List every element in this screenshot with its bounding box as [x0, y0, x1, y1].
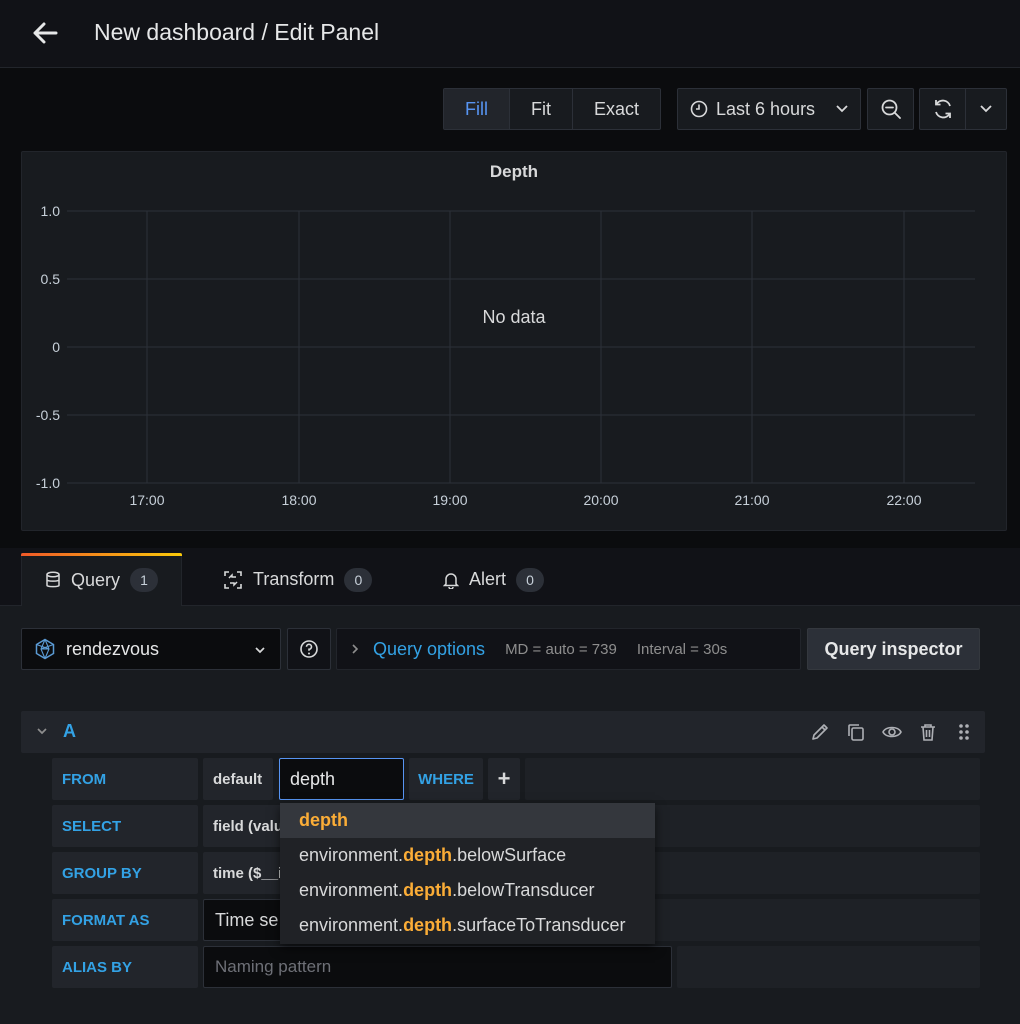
measurement-input[interactable]	[279, 758, 404, 800]
tab-alert[interactable]: Alert 0	[420, 553, 567, 606]
suggestion-prefix: environment.	[299, 845, 404, 865]
format-as-label: FORMAT AS	[52, 899, 198, 941]
suggestion-match: depth	[299, 810, 348, 830]
add-where-button[interactable]: +	[488, 758, 520, 800]
query-options-toggle[interactable]: Query options MD = auto = 739 Interval =…	[336, 628, 801, 670]
measurement-suggestions: depth environment. depth .belowSurface env…	[280, 803, 655, 944]
alias-by-label: ALIAS BY	[52, 946, 198, 988]
group-by-label: GROUP BY	[52, 852, 198, 894]
suggestion-prefix: environment.	[299, 915, 404, 935]
query-row-actions	[809, 721, 975, 743]
x-tick-label: 21:00	[734, 492, 769, 508]
suggestion-item[interactable]: depth	[280, 803, 655, 838]
suggestion-suffix: .belowSurface	[452, 845, 567, 865]
suggestion-prefix: environment.	[299, 880, 404, 900]
x-tick-label: 20:00	[583, 492, 618, 508]
datasource-picker[interactable]: rendezvous	[21, 628, 281, 670]
from-row-filler	[525, 758, 980, 800]
view-mode-group: Fill Fit Exact	[443, 88, 662, 130]
query-inspector-button[interactable]: Query inspector	[807, 628, 980, 670]
x-tick-label: 22:00	[886, 492, 921, 508]
clock-icon	[690, 100, 708, 118]
datasource-name: rendezvous	[66, 638, 160, 659]
alias-row-filler	[677, 946, 980, 988]
x-tick-label: 19:00	[432, 492, 467, 508]
view-mode-exact-button[interactable]: Exact	[573, 89, 660, 129]
select-label: SELECT	[52, 805, 198, 847]
trash-icon[interactable]	[917, 721, 939, 743]
chart-plot: 1.0 0.5 0 -0.5 -1.0 17:00 18:00 19:00 20:00 21:00…	[36, 203, 975, 508]
chevron-down-icon	[980, 105, 992, 113]
retention-policy-segment[interactable]: default	[203, 758, 273, 800]
y-tick-label: 0.5	[41, 271, 61, 287]
transform-icon	[224, 570, 242, 589]
group-by-time-segment[interactable]: time ($__i	[203, 852, 283, 894]
time-range-label: Last 6 hours	[716, 98, 816, 119]
zoom-out-icon	[881, 99, 901, 119]
suggestion-item[interactable]: environment. depth .belowSurface	[280, 838, 655, 873]
datasource-logo-icon	[35, 638, 55, 660]
no-data-label: No data	[482, 307, 546, 327]
y-tick-label: 0	[52, 339, 60, 355]
suggestion-suffix: .surfaceToTransducer	[452, 915, 626, 935]
x-tick-label: 17:00	[129, 492, 164, 508]
editor-tabs: Query 1 Transform 0 Alert 0	[0, 548, 1020, 606]
datasource-help-button[interactable]	[287, 628, 331, 670]
chevron-down-icon[interactable]	[35, 724, 49, 738]
back-arrow-icon[interactable]	[28, 16, 62, 50]
query-ref-id[interactable]: A	[63, 721, 76, 742]
tab-alert-count: 0	[516, 567, 545, 592]
suggestion-match: depth	[403, 915, 453, 935]
query-options-interval: Interval = 30s	[636, 640, 728, 658]
query-options-label: Query options	[373, 638, 486, 659]
alias-input[interactable]	[203, 946, 672, 988]
drag-handle-icon[interactable]	[953, 721, 975, 743]
pencil-icon[interactable]	[809, 721, 831, 743]
tab-alert-label: Alert	[469, 569, 507, 589]
view-mode-fit-button[interactable]: Fit	[510, 89, 573, 129]
chevron-down-icon	[836, 105, 848, 113]
y-tick-label: -1.0	[36, 475, 60, 491]
refresh-button[interactable]	[919, 88, 966, 130]
question-circle-icon	[300, 640, 318, 658]
format-as-select[interactable]: Time se	[203, 899, 283, 941]
duplicate-icon[interactable]	[845, 721, 867, 743]
y-tick-label: -0.5	[36, 407, 60, 423]
graph-panel: Depth 1.0 0.5 0 -0.5 -1.0 17:00 18:00 19:00 20:0…	[21, 151, 1007, 531]
from-label: FROM	[52, 758, 198, 800]
query-options-max-datapoints: MD = auto = 739	[505, 640, 617, 658]
chevron-right-icon	[352, 644, 359, 654]
refresh-icon	[934, 99, 951, 119]
tab-query-label: Query	[71, 569, 121, 590]
view-mode-fill-button[interactable]: Fill	[444, 89, 510, 129]
refresh-interval-dropdown[interactable]	[966, 88, 1007, 130]
where-keyword[interactable]: WHERE	[409, 758, 483, 800]
bell-icon	[443, 572, 459, 589]
page-title: New dashboard / Edit Panel	[94, 19, 380, 45]
y-tick-label: 1.0	[41, 203, 61, 219]
tab-query[interactable]: Query 1	[21, 553, 183, 606]
suggestion-item[interactable]: environment. depth .surfaceToTransducer	[280, 908, 655, 943]
select-field-segment[interactable]: field (valu	[203, 805, 283, 847]
suggestion-match: depth	[403, 845, 453, 865]
suggestion-match: depth	[403, 880, 453, 900]
chevron-down-icon	[255, 647, 265, 654]
zoom-out-button[interactable]	[867, 88, 914, 130]
top-bar: New dashboard / Edit Panel	[0, 0, 1020, 68]
tab-transform-count: 0	[344, 567, 373, 592]
suggestion-suffix: .belowTransducer	[452, 880, 595, 900]
tab-transform[interactable]: Transform 0	[200, 553, 395, 606]
database-icon	[46, 571, 60, 588]
time-range-picker[interactable]: Last 6 hours	[677, 88, 861, 130]
tab-query-count: 1	[130, 568, 159, 592]
suggestion-item[interactable]: environment. depth .belowTransducer	[280, 873, 655, 908]
eye-icon[interactable]	[881, 721, 903, 743]
query-row-header: A	[21, 711, 985, 753]
x-tick-label: 18:00	[281, 492, 316, 508]
tab-transform-label: Transform	[253, 569, 335, 589]
